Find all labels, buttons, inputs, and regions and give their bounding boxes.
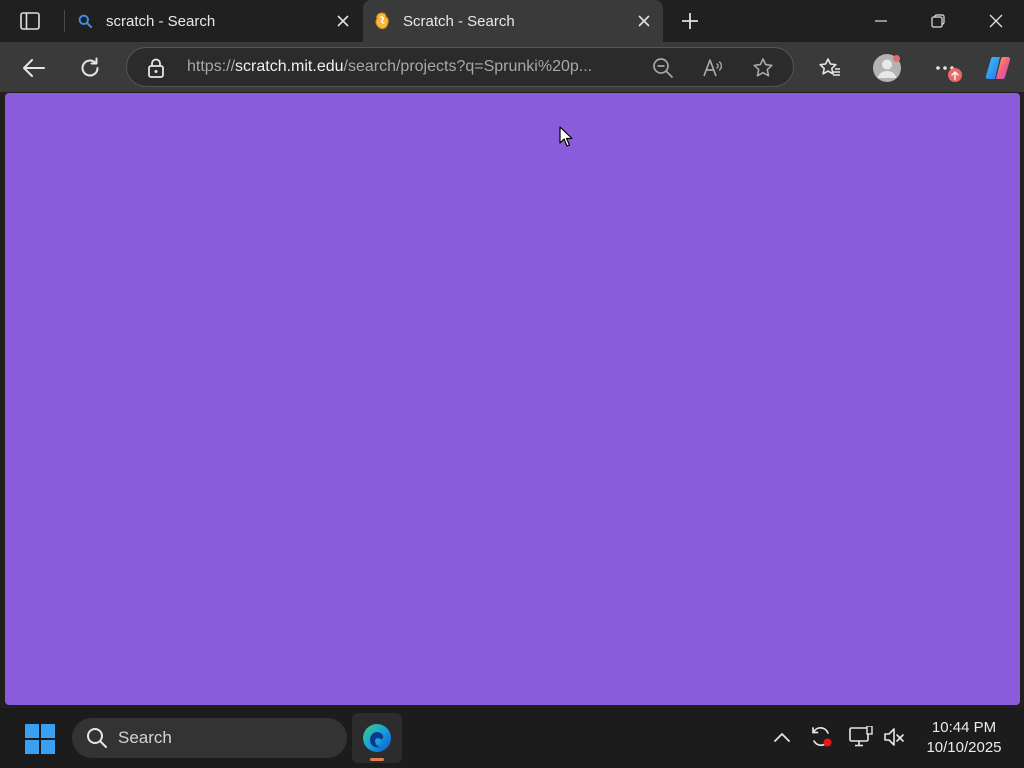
profile-status-dot [893,55,900,62]
copilot-icon[interactable] [982,52,1014,84]
search-icon [76,12,94,30]
favorites-icon[interactable] [814,52,846,84]
window-close-icon[interactable] [968,0,1024,42]
read-aloud-icon[interactable] [701,56,725,80]
minimize-icon[interactable] [853,0,909,42]
close-icon[interactable] [328,6,358,36]
tab-title: Scratch - Search [403,12,515,30]
chevron-up-icon[interactable] [769,724,795,750]
edge-browser-icon [361,722,393,754]
url-scheme: https:// [187,58,236,75]
active-app-indicator [370,758,384,761]
back-arrow-icon[interactable] [18,52,50,84]
clock-date: 10/10/2025 [926,739,1002,756]
star-icon[interactable] [751,56,775,80]
restore-icon[interactable] [910,0,966,42]
tab-title: scratch - Search [106,12,216,30]
sync-recording-icon[interactable] [808,724,834,750]
url-text: https://scratch.mit.edu/search/projects?… [187,58,642,76]
scratch-logo-icon [373,12,391,30]
new-tab-plus-icon[interactable] [676,7,704,35]
page-content-area[interactable] [5,93,1020,705]
mouse-cursor-icon [559,126,573,148]
taskbar-search-box[interactable]: Search [72,718,347,758]
update-arrow-icon [948,68,962,82]
tab-actions-icon[interactable] [14,9,46,33]
tab-scratch-search-active[interactable]: Scratch - Search [363,0,663,42]
edge-taskbar-button[interactable] [352,713,402,763]
search-icon [86,727,108,749]
zoom-out-icon[interactable] [651,56,675,80]
tab-strip: scratch - Search Scratch - Search [0,0,1024,42]
taskbar-search-label: Search [118,728,172,747]
clock-time: 10:44 PM [931,719,997,736]
browser-toolbar: https://scratch.mit.edu/search/projects?… [0,42,1024,92]
tab-scratch-search[interactable]: scratch - Search [66,0,362,42]
refresh-icon[interactable] [74,52,106,84]
profile-avatar[interactable] [871,52,903,84]
close-icon[interactable] [629,6,659,36]
settings-more-button[interactable] [929,52,962,84]
system-clock[interactable]: 10:44 PM 10/10/2025 [914,718,1014,758]
address-bar[interactable]: https://scratch.mit.edu/search/projects?… [126,47,794,87]
url-host: scratch.mit.edu [235,58,344,75]
volume-muted-icon[interactable] [882,724,908,750]
url-path: /search/projects?q=Sprunki%20p... [343,58,593,75]
network-monitor-icon[interactable] [848,724,874,750]
tab-separator [64,10,65,32]
lock-icon[interactable] [147,58,165,78]
windows-start-icon[interactable] [24,723,56,755]
taskbar: Search 10:44 PM 10/10/2025 [0,708,1024,768]
